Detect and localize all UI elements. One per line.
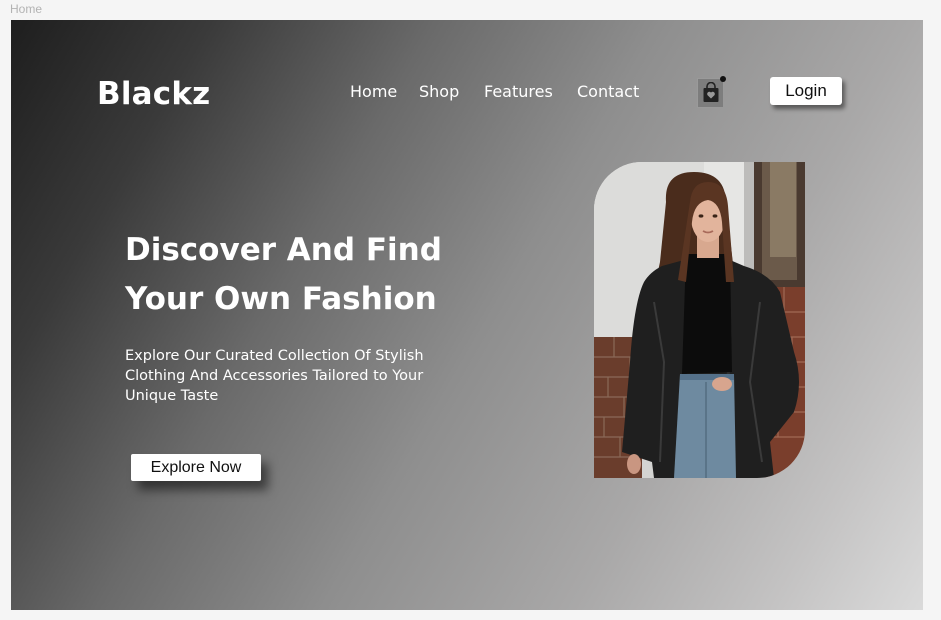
fashion-model-illustration [594, 162, 805, 478]
cart-badge-dot [720, 76, 726, 82]
explore-now-button[interactable]: Explore Now [131, 454, 261, 481]
hero-fashion-photo [594, 162, 805, 478]
nav-item-shop[interactable]: Shop [419, 82, 459, 101]
bag-heart-glyph [703, 82, 719, 102]
hero-subtext-line-1: Explore Our Curated Collection Of Stylis… [125, 348, 424, 364]
frame-label: Home [10, 2, 43, 16]
nav-item-home[interactable]: Home [350, 82, 397, 101]
login-button[interactable]: Login [770, 77, 842, 105]
hero-subtext: Explore Our Curated Collection Of Stylis… [125, 346, 465, 406]
hero-subtext-line-3: Unique Taste [125, 388, 219, 404]
shopping-bag-icon[interactable] [697, 78, 724, 108]
hero-headline: Discover And Find Your Own Fashion [125, 226, 485, 324]
hero-subtext-line-2: Clothing And Accessories Tailored to You… [125, 368, 424, 384]
brand-logo[interactable]: Blackz [97, 76, 210, 112]
nav-item-features[interactable]: Features [484, 82, 553, 101]
hero-headline-line-1: Discover And Find [125, 232, 442, 268]
nav-item-contact[interactable]: Contact [577, 82, 639, 101]
hero-headline-line-2: Your Own Fashion [125, 281, 437, 317]
landing-page: Blackz Home Shop Features Contact Login … [11, 20, 923, 610]
